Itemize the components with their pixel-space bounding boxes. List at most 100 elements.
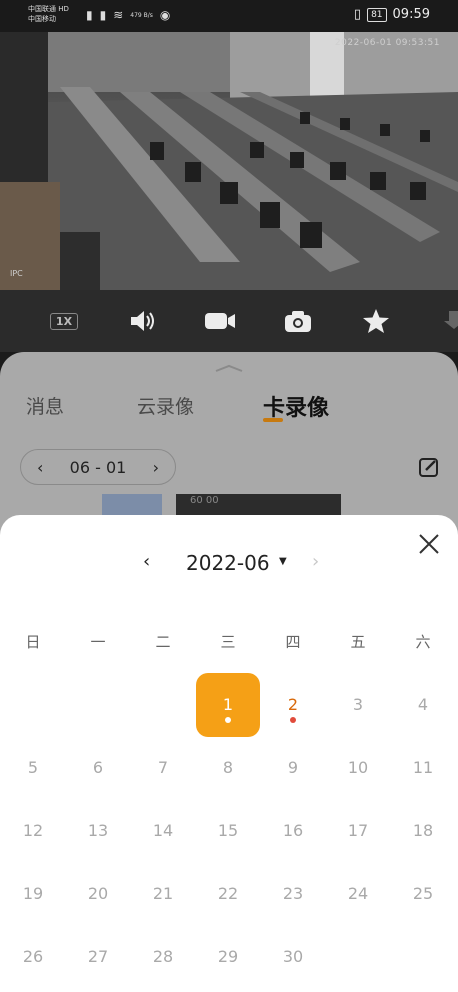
calendar-day[interactable]: 10 <box>326 736 390 800</box>
calendar-day[interactable]: 15 <box>196 799 260 863</box>
player-toolbar: 1X <box>0 290 458 352</box>
calendar-day-number: 13 <box>87 821 109 840</box>
calendar-day-number: 8 <box>222 758 234 777</box>
wifi-icon: ≋ <box>113 8 124 22</box>
record-button[interactable] <box>202 304 238 338</box>
weekday-label: 六 <box>415 633 431 651</box>
calendar-day-number: 23 <box>282 884 304 903</box>
month-navigator: ‹ 2022-06 ▼ › <box>0 549 458 579</box>
calendar-day[interactable]: 21 <box>131 862 195 926</box>
thumbnail-label: 60 00 <box>190 495 219 506</box>
download-icon <box>444 311 458 329</box>
calendar-day[interactable]: 29 <box>196 925 260 989</box>
weekday-label: 日 <box>25 633 41 651</box>
calendar-day-number: 11 <box>412 758 434 777</box>
calendar-day-number: 14 <box>152 821 174 840</box>
calendar-day-number: 21 <box>152 884 174 903</box>
calendar-day[interactable]: 13 <box>66 799 130 863</box>
carrier-2: 中国移动 <box>28 15 56 23</box>
calendar-day[interactable]: 26 <box>1 925 65 989</box>
snapshot-button[interactable] <box>280 304 316 338</box>
calendar-day-number: 10 <box>347 758 369 777</box>
calendar-day-number: 9 <box>287 758 299 777</box>
tab-messages[interactable]: 消息 <box>26 392 64 419</box>
date-selector: ‹ 06 - 01 › <box>20 449 176 485</box>
download-button[interactable] <box>436 304 458 338</box>
calendar-day[interactable]: 30 <box>261 925 325 989</box>
calendar-day-number: 12 <box>22 821 44 840</box>
active-tab-indicator <box>263 418 283 422</box>
calendar-day[interactable]: 6 <box>66 736 130 800</box>
calendar-day[interactable]: 7 <box>131 736 195 800</box>
prev-month-button[interactable]: ‹ <box>143 551 150 572</box>
calendar-day[interactable]: 8 <box>196 736 260 800</box>
status-bar: 中国联通 HD 中国移动 ▮ ▮ ≋ 479 B/s ◉ ▯ 81 09:59 <box>0 0 458 32</box>
star-icon <box>363 309 389 333</box>
calendar-day[interactable]: 12 <box>1 799 65 863</box>
calendar-day-selected[interactable]: 1 <box>196 673 260 737</box>
tab-cloud-recording[interactable]: 云录像 <box>137 392 194 419</box>
calendar-day-number: 29 <box>217 947 239 966</box>
calendar-day[interactable]: 5 <box>1 736 65 800</box>
date-value[interactable]: 06 - 01 <box>70 458 127 477</box>
calendar-day[interactable]: 25 <box>391 862 455 926</box>
calendar-day[interactable]: 22 <box>196 862 260 926</box>
video-player[interactable]: 2022-06-01 09:53:51 IPC <box>0 32 458 290</box>
carrier-info: 中国联通 HD 中国移动 <box>28 4 69 24</box>
calendar-day[interactable]: 16 <box>261 799 325 863</box>
calendar-day-number: 4 <box>417 695 429 714</box>
month-picker[interactable]: 2022-06 <box>186 551 270 575</box>
calendar-day[interactable]: 23 <box>261 862 325 926</box>
next-month-button[interactable]: › <box>312 551 319 572</box>
camera-label: IPC <box>10 269 23 278</box>
calendar-day-number: 2 <box>287 695 299 714</box>
calendar-day[interactable]: 20 <box>66 862 130 926</box>
weekday-header: 日一二三四五六 <box>0 631 458 653</box>
recording-thumbnail[interactable] <box>102 494 162 516</box>
calendar-day[interactable]: 19 <box>1 862 65 926</box>
weekday-label: 五 <box>350 633 366 651</box>
calendar-day[interactable]: 14 <box>131 799 195 863</box>
osd-timestamp: 2022-06-01 09:53:51 <box>334 38 440 48</box>
video-camera-icon <box>205 313 235 329</box>
calendar-day[interactable]: 24 <box>326 862 390 926</box>
date-next-button[interactable]: › <box>153 458 159 477</box>
calendar-day-number: 3 <box>352 695 364 714</box>
calendar-day[interactable]: 28 <box>131 925 195 989</box>
calendar-day[interactable]: 2 <box>261 673 325 737</box>
playback-speed-button[interactable]: 1X <box>46 304 82 338</box>
sheet-handle-icon[interactable] <box>214 364 244 372</box>
calendar-day-number: 20 <box>87 884 109 903</box>
favorite-button[interactable] <box>358 304 394 338</box>
edit-icon[interactable] <box>418 456 440 478</box>
calendar-day[interactable]: 11 <box>391 736 455 800</box>
date-prev-button[interactable]: ‹ <box>37 458 43 477</box>
weekday-label: 三 <box>220 633 236 651</box>
calendar-day-number: 17 <box>347 821 369 840</box>
calendar-day[interactable]: 3 <box>326 673 390 737</box>
calendar-day[interactable]: 27 <box>66 925 130 989</box>
app-icon: ◉ <box>159 8 171 22</box>
calendar-day[interactable]: 17 <box>326 799 390 863</box>
calendar-day[interactable]: 18 <box>391 799 455 863</box>
weekday-label: 二 <box>155 633 171 651</box>
calendar-day-number: 24 <box>347 884 369 903</box>
clock: 09:59 <box>392 7 430 22</box>
weekday-label: 四 <box>285 633 301 651</box>
calendar-day-number: 16 <box>282 821 304 840</box>
calendar-day-number: 6 <box>92 758 104 777</box>
signal-icon-2: ▮ <box>99 8 107 22</box>
calendar-day[interactable]: 9 <box>261 736 325 800</box>
calendar-day-number: 27 <box>87 947 109 966</box>
speed-label: 1X <box>49 312 79 330</box>
status-icons: ▮ ▮ ≋ 479 B/s ◉ <box>86 8 170 22</box>
calendar-modal: ‹ 2022-06 ▼ › 日一二三四五六 1 2 3 4 5 6 7 8 9 10 11 12 13 1… <box>0 515 458 992</box>
recording-dot-icon <box>225 717 231 723</box>
calendar-day-number: 1 <box>222 695 234 714</box>
calendar-day-number: 19 <box>22 884 44 903</box>
calendar-day-number: 26 <box>22 947 44 966</box>
carrier-1: 中国联通 HD <box>28 5 69 13</box>
calendar-day[interactable]: 4 <box>391 673 455 737</box>
volume-button[interactable] <box>124 304 160 338</box>
caret-down-icon[interactable]: ▼ <box>279 556 287 567</box>
